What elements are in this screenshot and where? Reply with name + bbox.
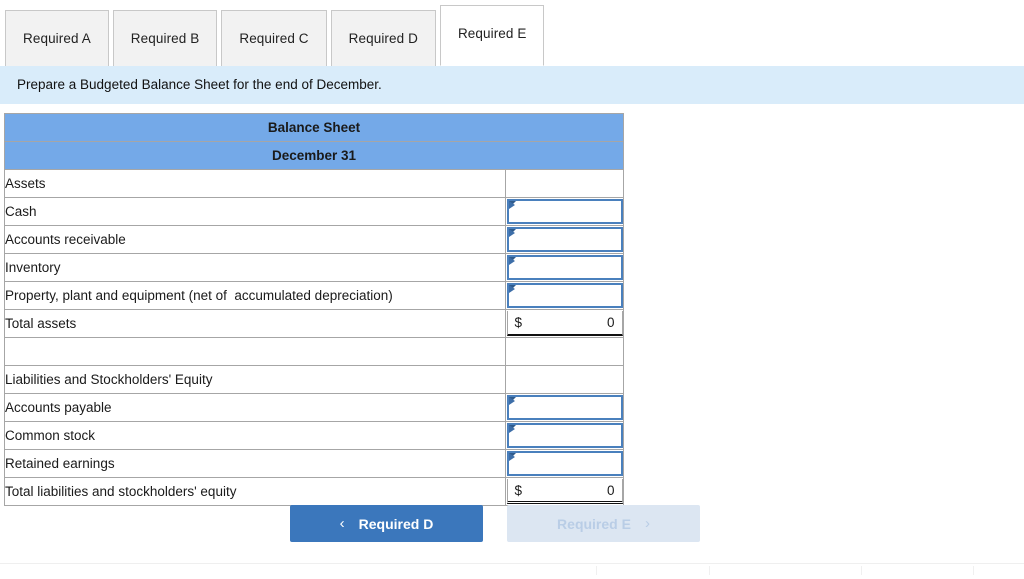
column-tick — [709, 566, 710, 575]
row-label-total-assets: Total assets — [4, 309, 506, 338]
column-tick — [973, 566, 974, 575]
chevron-left-icon: ‹ — [339, 515, 345, 532]
table-row: Retained earnings — [4, 449, 625, 478]
table-row: Accounts payable — [4, 393, 625, 422]
balance-sheet-title: Balance Sheet — [3, 113, 625, 142]
instruction-text: Prepare a Budgeted Balance Sheet for the… — [17, 77, 382, 92]
input-inventory[interactable] — [506, 255, 623, 280]
table-row: Property, plant and equipment (net of ac… — [4, 281, 625, 310]
next-required-button[interactable]: Required E › — [507, 505, 700, 542]
table-row-spacer — [4, 337, 625, 366]
tab-required-b[interactable]: Required B — [112, 10, 218, 66]
total-assets-amount: $ 0 — [506, 311, 623, 336]
input-common-stock[interactable] — [506, 423, 623, 448]
input-ppe[interactable] — [506, 283, 623, 308]
currency-symbol: $ — [514, 315, 523, 330]
play-triangle-icon — [508, 229, 515, 237]
row-value-assets — [504, 169, 625, 198]
play-triangle-icon — [508, 397, 515, 405]
tab-required-e[interactable]: Required E — [439, 5, 545, 66]
navigation-buttons: ‹ Required D Required E › — [0, 505, 1024, 545]
next-required-label: Required E — [557, 515, 631, 532]
row-value-liabilities-equity — [504, 365, 625, 394]
row-value-retained-earnings[interactable] — [504, 449, 625, 478]
input-cash[interactable] — [506, 199, 623, 224]
row-value-cash[interactable] — [504, 197, 625, 226]
column-tick — [596, 566, 597, 575]
table-row: Common stock — [4, 421, 625, 450]
chevron-right-icon: › — [644, 515, 650, 532]
table-row-title: Balance Sheet — [3, 113, 625, 142]
row-value-total-liabilities-equity: $ 0 — [504, 477, 625, 506]
table-row: Liabilities and Stockholders' Equity — [4, 365, 625, 394]
table-row: Total assets $ 0 — [4, 309, 625, 338]
total-liabilities-equity-value: 0 — [606, 482, 615, 498]
total-assets-value: 0 — [606, 315, 615, 330]
row-label-ppe: Property, plant and equipment (net of ac… — [4, 281, 506, 310]
row-label-retained-earnings: Retained earnings — [4, 449, 506, 478]
total-liabilities-equity-amount: $ 0 — [506, 479, 623, 504]
tab-required-c[interactable]: Required C — [221, 10, 327, 66]
row-value-accounts-payable[interactable] — [504, 393, 625, 422]
row-label-liabilities-equity: Liabilities and Stockholders' Equity — [4, 365, 506, 394]
row-label-inventory: Inventory — [4, 253, 506, 282]
tab-required-a[interactable]: Required A — [5, 10, 109, 66]
play-triangle-icon — [508, 453, 515, 461]
row-value-total-assets: $ 0 — [504, 309, 625, 338]
previous-required-label: Required D — [358, 515, 434, 532]
play-triangle-icon — [508, 285, 515, 293]
row-value-ppe[interactable] — [504, 281, 625, 310]
tab-required-d[interactable]: Required D — [330, 10, 436, 66]
currency-symbol: $ — [514, 482, 523, 498]
input-retained-earnings[interactable] — [506, 451, 623, 476]
bottom-partial-row — [0, 564, 1024, 579]
instruction-bar: Prepare a Budgeted Balance Sheet for the… — [0, 66, 1024, 104]
table-row: Inventory — [4, 253, 625, 282]
tab-strip: Required A Required B Required C Require… — [0, 0, 1024, 66]
row-label-cash: Cash — [4, 197, 506, 226]
play-triangle-icon — [508, 425, 515, 433]
input-accounts-receivable[interactable] — [506, 227, 623, 252]
row-value-accounts-receivable[interactable] — [504, 225, 625, 254]
row-value-spacer — [504, 337, 625, 366]
table-row: Total liabilities and stockholders' equi… — [4, 477, 625, 506]
play-triangle-icon — [508, 257, 515, 265]
tab-list: Required A Required B Required C Require… — [5, 5, 548, 66]
row-label-assets: Assets — [4, 169, 506, 198]
row-label-common-stock: Common stock — [4, 421, 506, 450]
table-row: Cash — [4, 197, 625, 226]
row-value-inventory[interactable] — [504, 253, 625, 282]
table-row: Assets — [4, 169, 625, 198]
row-label-accounts-payable: Accounts payable — [4, 393, 506, 422]
row-value-common-stock[interactable] — [504, 421, 625, 450]
row-label-total-liabilities-equity: Total liabilities and stockholders' equi… — [4, 477, 506, 506]
row-label-accounts-receivable: Accounts receivable — [4, 225, 506, 254]
balance-sheet-subtitle: December 31 — [3, 141, 625, 170]
previous-required-button[interactable]: ‹ Required D — [290, 505, 483, 542]
balance-sheet-table: Balance Sheet December 31 Assets Cash Ac… — [3, 113, 625, 506]
table-row-subtitle: December 31 — [3, 141, 625, 170]
column-tick — [861, 566, 862, 575]
play-triangle-icon — [508, 201, 515, 209]
table-row: Accounts receivable — [4, 225, 625, 254]
input-accounts-payable[interactable] — [506, 395, 623, 420]
row-label-spacer — [4, 337, 506, 366]
